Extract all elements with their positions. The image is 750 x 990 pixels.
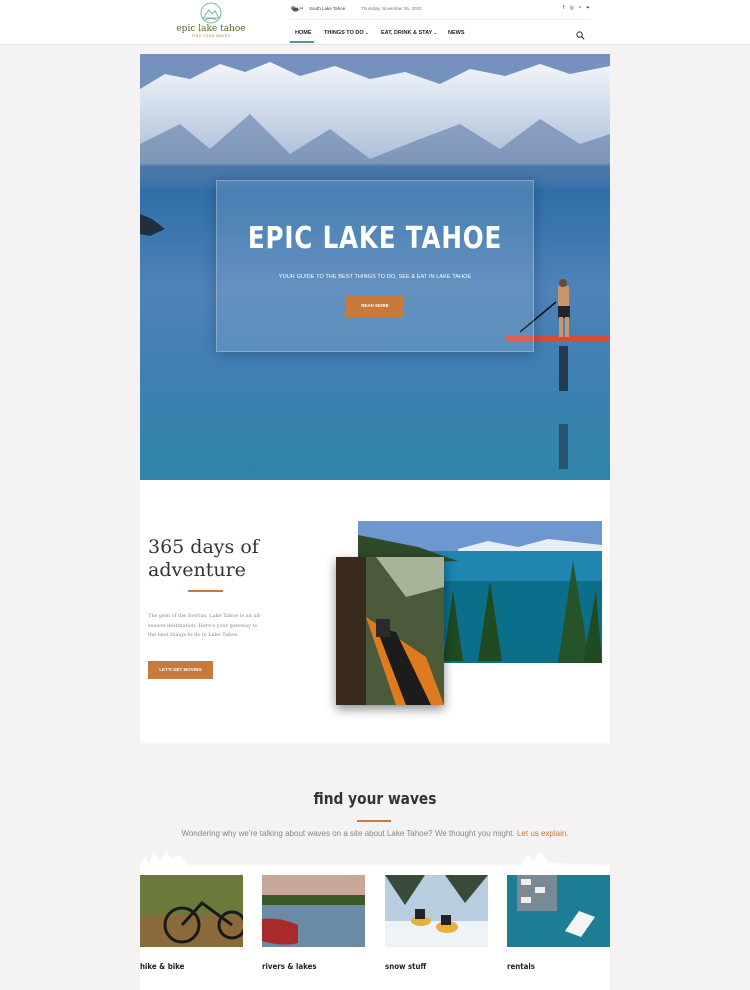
search-button[interactable] [576, 27, 585, 45]
rivers-lakes-image [262, 875, 365, 947]
accent-divider [188, 590, 223, 592]
waves-intro: Wondering why we're talking about waves … [181, 829, 515, 838]
divider [290, 19, 590, 20]
weather-icon [291, 6, 299, 12]
logo-mountain-icon [200, 2, 222, 24]
lets-get-moving-button[interactable]: LET'S GET MOVING [148, 661, 213, 679]
nav-item-news[interactable]: NEWS [448, 26, 465, 43]
nav-item-things-to-do[interactable]: THINGS TO DO ⌄ [324, 26, 369, 43]
waves-text: Wondering why we're talking about waves … [140, 829, 610, 838]
weather-widget: 34 [290, 5, 303, 12]
top-bar: 34 South Lake Tahoe Thursday, November 2… [290, 4, 590, 16]
read-more-button[interactable]: READ MORE [346, 295, 404, 317]
nav-item-eat-drink-stay[interactable]: EAT, DRINK & STAY ⌄ [381, 26, 437, 43]
tile-caption: snow stuff [385, 962, 427, 971]
weather-temp: 34 [299, 5, 304, 11]
tile-hike-bike[interactable]: hike & bike [140, 875, 243, 971]
logo-tagline: FIND YOUR WAVES [191, 34, 231, 38]
adventure-title: 365 days of adventure [148, 536, 259, 582]
nav-item-home[interactable]: HOME [290, 26, 314, 43]
snow-stuff-image [385, 875, 488, 947]
logo-name: epic lake tahoe [176, 24, 246, 34]
nav-label: HOME [295, 30, 312, 36]
nav-label: NEWS [448, 30, 465, 36]
tile-caption: hike & bike [140, 962, 185, 971]
adventure-title-line2: adventure [148, 559, 246, 581]
hero-subtitle: YOUR GUIDE TO THE BEST THINGS TO DO, SEE… [278, 274, 472, 280]
rentals-image [507, 875, 610, 947]
hero-title: EPIC LAKE TAHOE [247, 221, 503, 256]
find-your-waves-section: find your waves Wondering why we're talk… [140, 743, 610, 990]
nav-label: EAT, DRINK & STAY [381, 30, 433, 36]
nav-label: THINGS TO DO [324, 30, 364, 36]
adventure-text: The gem of the Sierras, Lake Tahoe is an… [148, 613, 262, 638]
hammock-photo-image [336, 557, 444, 705]
facebook-icon[interactable]: f [563, 5, 564, 11]
accent-divider [357, 820, 391, 822]
instagram-icon[interactable]: ◎ [570, 5, 574, 11]
tile-rentals[interactable]: rentals [507, 875, 610, 971]
explain-link[interactable]: Let us explain. [517, 829, 569, 838]
location-label: South Lake Tahoe [309, 6, 346, 11]
hammock-photo [336, 557, 444, 705]
waves-title: find your waves [313, 789, 437, 808]
social-links: f ◎ ᵖ ✦ [558, 5, 590, 11]
hike-bike-image [140, 875, 243, 947]
search-icon [576, 31, 585, 40]
tile-snow-stuff[interactable]: snow stuff [385, 875, 488, 971]
tile-rivers-lakes[interactable]: rivers & lakes [262, 875, 365, 971]
hero-card: EPIC LAKE TAHOE YOUR GUIDE TO THE BEST T… [216, 180, 534, 352]
chevron-down-icon: ⌄ [433, 30, 438, 35]
chevron-down-icon: ⌄ [365, 30, 369, 35]
adventure-section: 365 days of adventure The gem of the Sie… [140, 480, 610, 743]
site-header: epic lake tahoe FIND YOUR WAVES 34 South… [0, 0, 750, 45]
twitter-icon[interactable]: ✦ [586, 5, 590, 11]
pinterest-icon[interactable]: ᵖ [579, 5, 581, 11]
site-logo[interactable]: epic lake tahoe FIND YOUR WAVES [176, 2, 246, 42]
tree-ridge-decoration [140, 851, 610, 867]
tile-caption: rivers & lakes [262, 962, 317, 971]
hero-banner: EPIC LAKE TAHOE YOUR GUIDE TO THE BEST T… [140, 54, 610, 480]
date-label: Thursday, November 26, 2020 [361, 6, 422, 11]
adventure-title-line1: 365 days of [148, 536, 259, 558]
tile-caption: rentals [507, 962, 535, 971]
